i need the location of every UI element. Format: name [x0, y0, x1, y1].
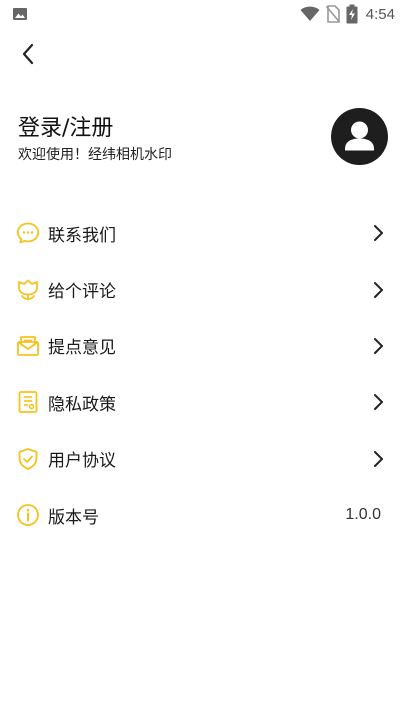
chevron-left-icon: [21, 43, 35, 69]
menu-item-contact-us[interactable]: 联系我们: [0, 205, 405, 261]
no-sim-icon: [325, 5, 340, 23]
back-button[interactable]: [14, 42, 42, 70]
chevron-right-icon: [371, 281, 385, 299]
menu-item-feedback[interactable]: 提点意见: [0, 318, 405, 374]
info-icon: [16, 503, 40, 527]
menu-item-label: 给个评论: [48, 282, 116, 303]
menu-item-version: 版本号 1.0.0: [0, 487, 405, 543]
welcome-text: 欢迎使用！经纬相机水印: [18, 147, 172, 163]
chevron-right-icon: [371, 393, 385, 411]
flower-icon: [16, 278, 40, 302]
avatar[interactable]: [331, 108, 388, 165]
menu-item-rate-us[interactable]: 给个评论: [0, 261, 405, 317]
menu-item-user-agreement[interactable]: 用户协议: [0, 431, 405, 487]
settings-screen: 4:54 登录/注册 欢迎使用！经纬相机水印 联系我们 给个评论 提点意见 隐私…: [0, 0, 405, 720]
chat-bubble-icon: [16, 221, 40, 245]
status-time: 4:54: [365, 5, 395, 23]
status-icons: 4:54: [300, 4, 395, 24]
chevron-right-icon: [371, 224, 385, 242]
user-icon: [331, 108, 388, 165]
gallery-icon: [12, 6, 28, 22]
menu-item-label: 用户协议: [48, 451, 116, 472]
shield-check-icon: [16, 447, 40, 471]
menu-item-label: 提点意见: [48, 338, 116, 359]
settings-menu: 联系我们 给个评论 提点意见 隐私政策 用户协议 版本号 1.0.0: [0, 205, 405, 543]
login-register-link[interactable]: 登录/注册: [18, 110, 113, 142]
menu-item-label: 隐私政策: [48, 394, 116, 415]
battery-charging-icon: [346, 4, 358, 24]
menu-item-label: 联系我们: [48, 225, 116, 246]
status-bar: 4:54: [0, 0, 405, 28]
profile-header: 登录/注册 欢迎使用！经纬相机水印: [0, 100, 405, 180]
menu-item-label: 版本号: [48, 507, 99, 528]
chevron-right-icon: [371, 450, 385, 468]
menu-item-privacy-policy[interactable]: 隐私政策: [0, 374, 405, 430]
mail-icon: [16, 334, 40, 358]
version-value: 1.0.0: [345, 506, 381, 524]
document-icon: [16, 390, 40, 414]
wifi-icon: [300, 6, 320, 22]
chevron-right-icon: [371, 337, 385, 355]
